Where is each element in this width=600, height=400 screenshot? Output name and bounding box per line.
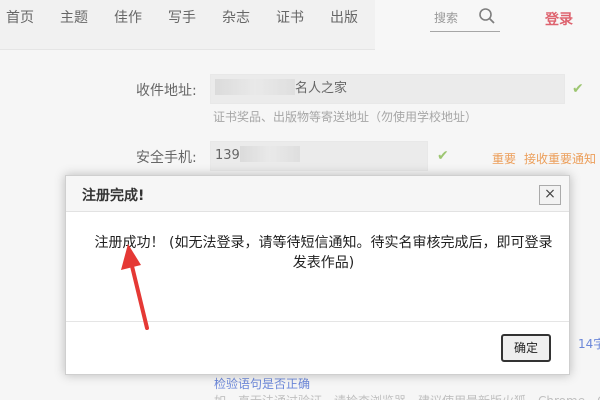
- dialog-message: 注册成功！ (如无法登录，请等待短信通知。待实名审核完成后，即可登录发表作品): [94, 235, 553, 271]
- red-arrow-icon: [121, 244, 149, 330]
- close-button[interactable]: ×: [539, 185, 561, 205]
- dialog-header: 注册完成! ×: [66, 176, 569, 212]
- dialog-title: 注册完成!: [82, 188, 145, 204]
- confirm-button[interactable]: 确定: [501, 334, 551, 362]
